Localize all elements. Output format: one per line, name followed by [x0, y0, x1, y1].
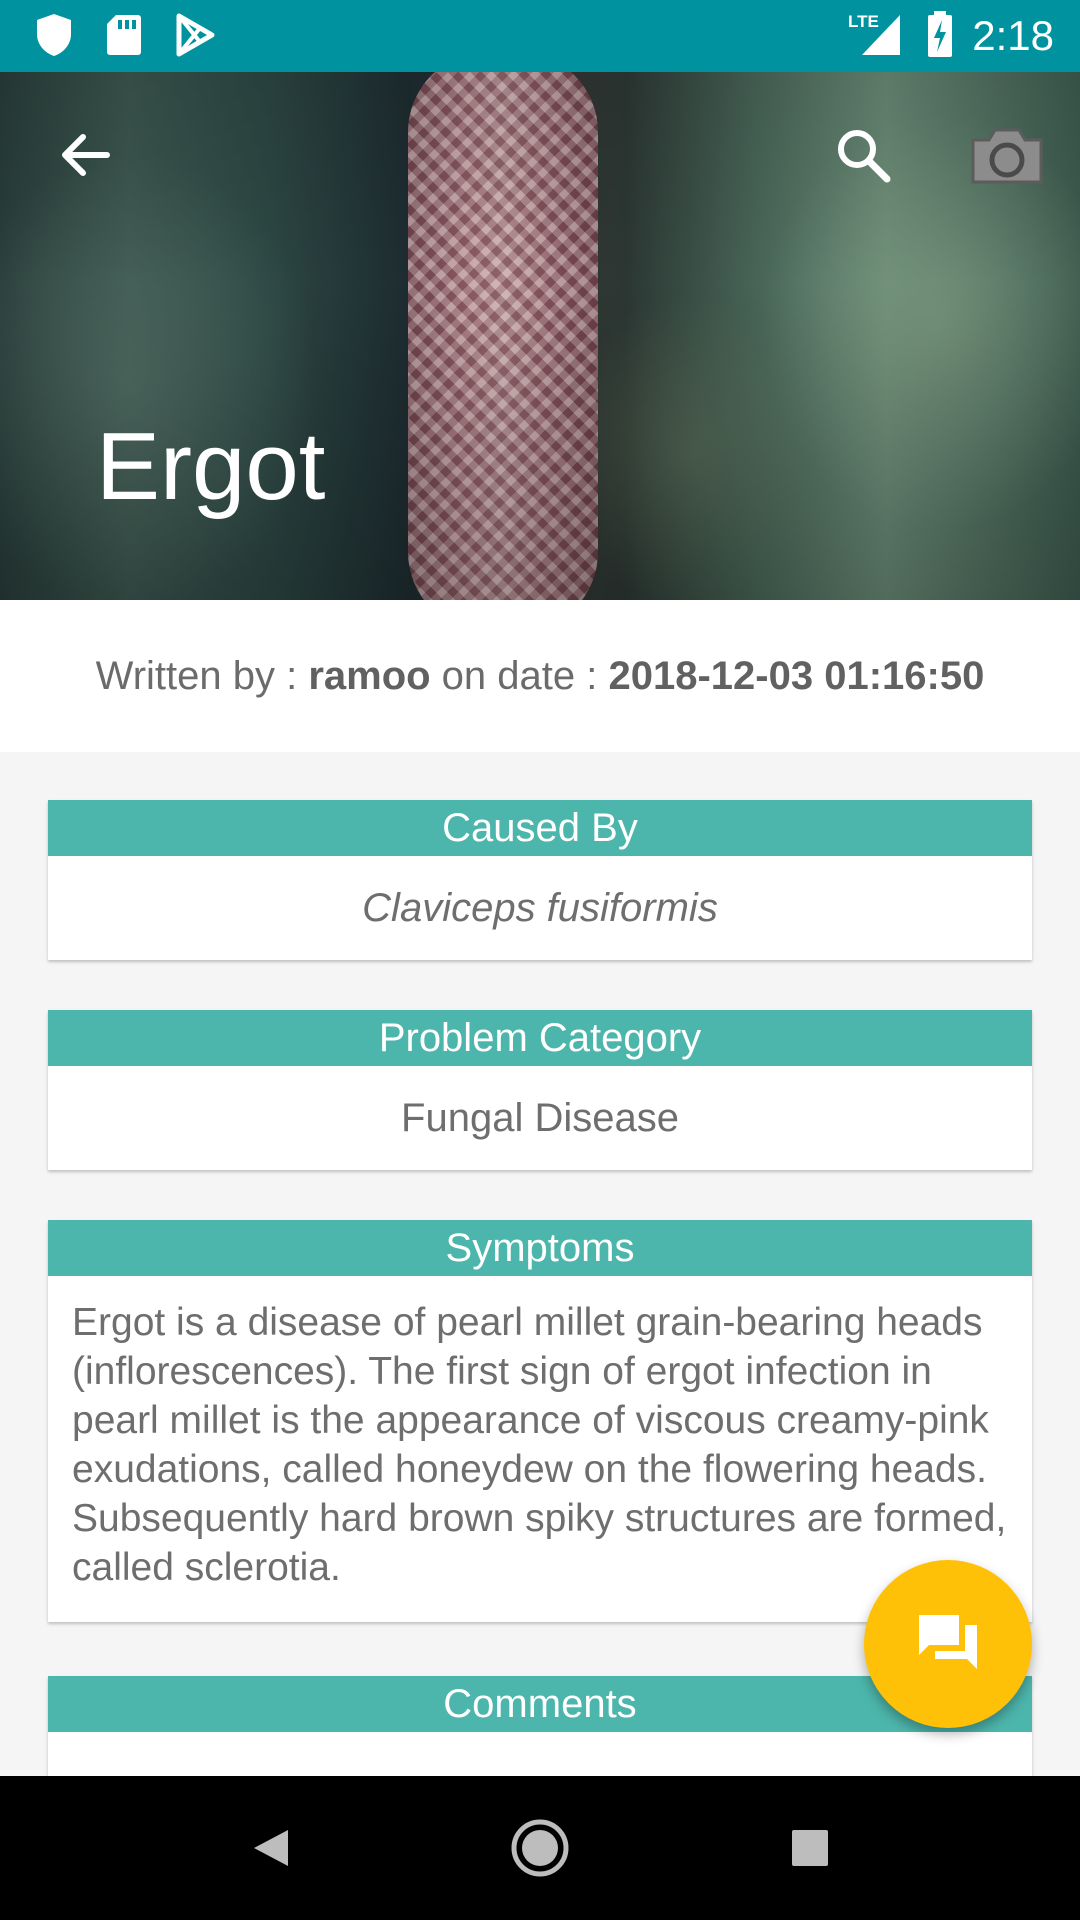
symptoms-card: Symptoms Ergot is a disease of pearl mil…: [48, 1220, 1032, 1622]
date-prefix: on date :: [430, 653, 609, 698]
navigation-bar: [0, 1776, 1080, 1920]
shield-icon: [34, 12, 74, 63]
back-button[interactable]: [40, 112, 130, 202]
status-bar: LTE 2:18: [0, 0, 1080, 72]
caused-by-header: Caused By: [48, 800, 1032, 856]
problem-category-value: Fungal Disease: [401, 1095, 679, 1140]
page-title: Ergot: [96, 413, 326, 520]
symptoms-text: Ergot is a disease of pearl millet grain…: [72, 1301, 1007, 1589]
signal-icon: LTE: [848, 9, 908, 64]
caused-by-card: Caused By Claviceps fusiformis: [48, 800, 1032, 960]
nav-back-button[interactable]: [230, 1810, 310, 1890]
arrow-back-icon: [57, 127, 113, 188]
svg-text:LTE: LTE: [848, 12, 879, 31]
author-line: Written by : ramoo on date : 2018-12-03 …: [0, 600, 1080, 752]
nav-home-button[interactable]: [500, 1810, 580, 1890]
battery-charging-icon: [926, 10, 954, 63]
search-button[interactable]: [818, 112, 908, 202]
camera-icon: [969, 124, 1045, 191]
post-date: 2018-12-03 01:16:50: [608, 653, 985, 698]
camera-button[interactable]: [962, 112, 1052, 202]
chat-icon: [915, 1611, 981, 1678]
play-store-icon: [174, 12, 216, 63]
caused-by-value: Claviceps fusiformis: [362, 885, 718, 930]
symptoms-header: Symptoms: [48, 1220, 1032, 1276]
problem-category-header: Problem Category: [48, 1010, 1032, 1066]
home-circle-icon: [510, 1818, 570, 1883]
sd-card-icon: [104, 12, 144, 63]
clock: 2:18: [972, 12, 1054, 59]
recents-square-icon: [790, 1828, 830, 1873]
chat-fab-button[interactable]: [864, 1560, 1032, 1728]
header-image: Ergot: [0, 72, 1080, 600]
nav-recents-button[interactable]: [770, 1810, 850, 1890]
problem-category-card: Problem Category Fungal Disease: [48, 1010, 1032, 1170]
author-prefix: Written by :: [95, 653, 309, 698]
author-name: ramoo: [308, 653, 431, 698]
back-triangle-icon: [248, 1826, 292, 1875]
search-icon: [833, 125, 893, 190]
